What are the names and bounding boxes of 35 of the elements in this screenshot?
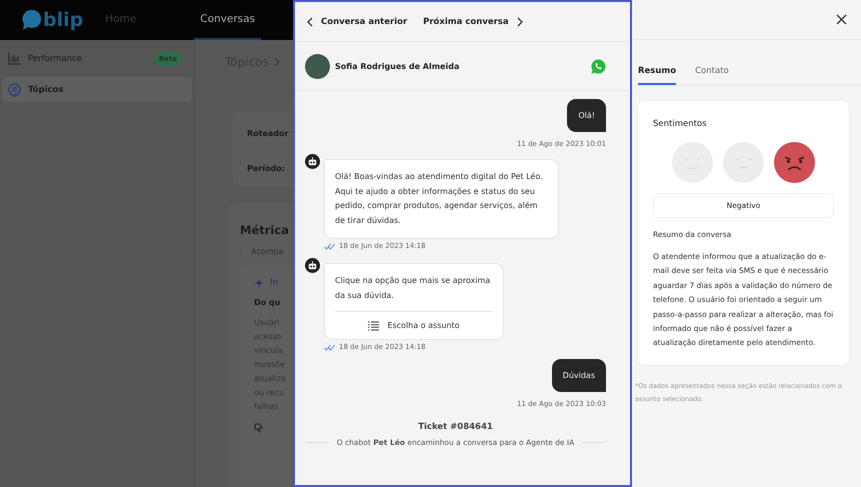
list-icon <box>368 320 380 330</box>
message-text: Olá! Boas-vindas ao atendimento digital do Pet Léo. Aqui te ajudo a obter informações e status do seu pedido, comprar produtos, agendar serviços, além de tirar dúvidas. <box>335 171 544 226</box>
sentiment-title: Sentimentos <box>653 119 708 129</box>
bar-chart-icon <box>8 52 21 64</box>
avatar <box>305 54 330 78</box>
phone-bubble-icon <box>591 58 606 74</box>
sidebar-item-label: Performance <box>28 54 83 64</box>
insight-title: Do qu <box>254 298 282 307</box>
ticket-number: Ticket #084641 <box>418 422 493 432</box>
double-check-icon <box>324 242 335 250</box>
choose-subject-button[interactable]: Escolha o assunto <box>335 311 493 339</box>
message-text: Clique na opção que mais se aproxima da sua dúvida. <box>335 275 492 302</box>
robot-avatar-icon <box>305 258 320 273</box>
chat-bubble-icon <box>8 82 21 96</box>
app-logo[interactable]: blip <box>22 9 84 31</box>
sent-message-bubble: Olá! <box>567 99 606 132</box>
robot-avatar-icon <box>305 154 320 169</box>
chevron-right-icon <box>274 57 280 67</box>
sparkle-icon <box>254 278 264 288</box>
speech-bubble-icon <box>22 9 42 31</box>
section-title: Métrica <box>240 223 290 237</box>
chevron-right-icon <box>516 16 523 26</box>
logo-text: blip <box>43 9 84 31</box>
chevron-left-icon <box>307 16 313 26</box>
panel-tab[interactable]: Resumo <box>638 66 676 85</box>
previous-conversation-button[interactable]: Conversa anterior <box>307 16 408 26</box>
contact-name: Sofia Rodrigues de Almeida <box>335 62 460 70</box>
panel-tab[interactable]: Contato <box>695 66 729 85</box>
filter-label: Período: <box>247 164 286 173</box>
double-check-icon <box>324 344 335 350</box>
sidebar-item-label: Tópicos <box>28 84 64 94</box>
close-icon[interactable] <box>836 14 847 25</box>
filter-label: Roteador <box>247 129 290 138</box>
sent-message-bubble: Dúvidas <box>552 359 606 392</box>
next-conversation-button[interactable]: Próxima conversa <box>423 16 523 26</box>
